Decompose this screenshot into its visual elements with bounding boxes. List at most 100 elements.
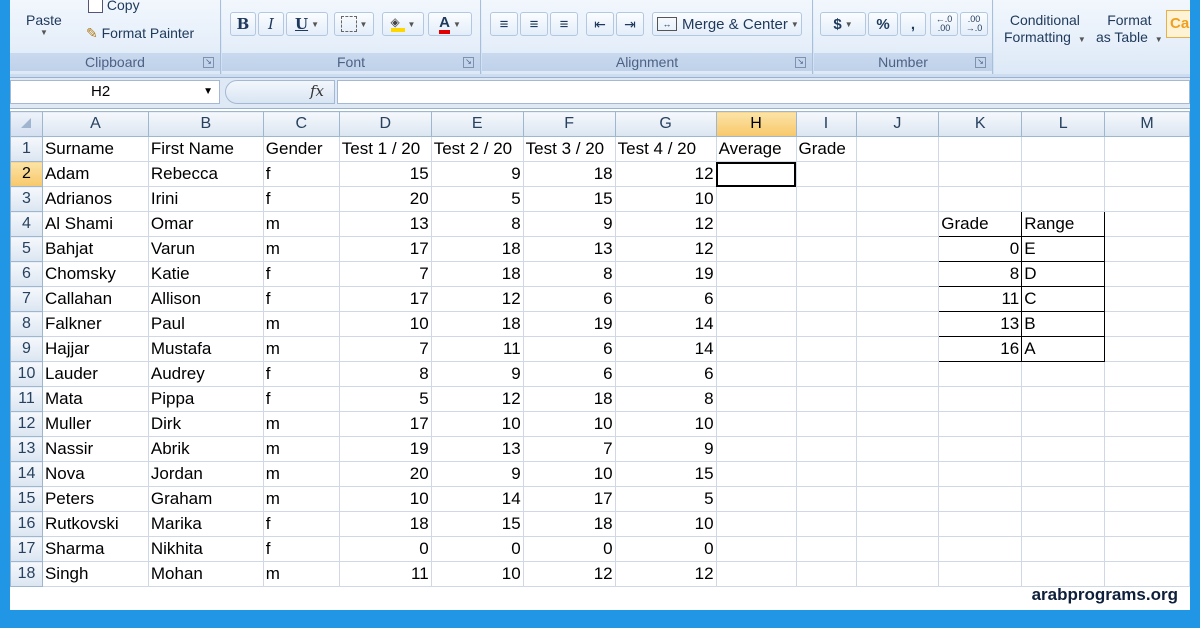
cell-J16[interactable]	[855, 511, 940, 537]
cell-K1[interactable]	[938, 136, 1023, 162]
cell-I15[interactable]	[795, 486, 857, 512]
cell-D15[interactable]: 10	[338, 486, 432, 512]
format-painter-button[interactable]: ✎ Format Painter	[86, 25, 194, 42]
row-header[interactable]: 10	[10, 361, 43, 387]
cell-L8[interactable]: B	[1021, 311, 1106, 337]
cell-D8[interactable]: 10	[338, 311, 432, 337]
cell-E6[interactable]: 18	[430, 261, 524, 287]
alignment-launcher-icon[interactable]: ↘	[795, 57, 806, 68]
cell-B5[interactable]: Varun	[147, 236, 264, 262]
cell-K10[interactable]	[938, 361, 1023, 387]
cell-M2[interactable]	[1104, 161, 1190, 187]
cell-H10[interactable]	[715, 361, 797, 387]
cell-M13[interactable]	[1104, 436, 1190, 462]
cell-C13[interactable]: m	[262, 436, 340, 462]
cell-M3[interactable]	[1104, 186, 1190, 212]
cell-J11[interactable]	[855, 386, 940, 412]
cell-B2[interactable]: Rebecca	[147, 161, 264, 187]
cell-A4[interactable]: Al Shami	[41, 211, 149, 237]
row-header[interactable]: 15	[10, 486, 43, 512]
column-header-c[interactable]: C	[262, 111, 340, 137]
cell-H4[interactable]	[715, 211, 797, 237]
cell-J15[interactable]	[855, 486, 940, 512]
cell-H3[interactable]	[715, 186, 797, 212]
cell-G8[interactable]: 14	[614, 311, 717, 337]
cell-E2[interactable]: 9	[430, 161, 524, 187]
row-header[interactable]: 5	[10, 236, 43, 262]
cell-F9[interactable]: 6	[522, 336, 616, 362]
cell-B11[interactable]: Pippa	[147, 386, 264, 412]
cell-B18[interactable]: Mohan	[147, 561, 264, 587]
cell-E4[interactable]: 8	[430, 211, 524, 237]
cell-H12[interactable]	[715, 411, 797, 437]
cell-K16[interactable]	[938, 511, 1023, 537]
cell-K17[interactable]	[938, 536, 1023, 562]
cell-C5[interactable]: m	[262, 236, 340, 262]
clipboard-launcher-icon[interactable]: ↘	[203, 57, 214, 68]
cell-B12[interactable]: Dirk	[147, 411, 264, 437]
cell-I2[interactable]	[795, 161, 857, 187]
cell-I18[interactable]	[795, 561, 857, 587]
column-header-b[interactable]: B	[147, 111, 264, 137]
cell-I8[interactable]	[795, 311, 857, 337]
cell-A6[interactable]: Chomsky	[41, 261, 149, 287]
cell-C12[interactable]: m	[262, 411, 340, 437]
row-header[interactable]: 2	[10, 161, 43, 187]
cell-D6[interactable]: 7	[338, 261, 432, 287]
cell-I13[interactable]	[795, 436, 857, 462]
cell-K8[interactable]: 13	[938, 311, 1023, 337]
cell-B1[interactable]: First Name	[147, 136, 264, 162]
cell-F16[interactable]: 18	[522, 511, 616, 537]
row-header[interactable]: 7	[10, 286, 43, 312]
cell-L2[interactable]	[1021, 161, 1106, 187]
cell-L5[interactable]: E	[1021, 236, 1106, 262]
cell-C1[interactable]: Gender	[262, 136, 340, 162]
format-as-table-button[interactable]: Format as Table ▼	[1096, 12, 1163, 48]
cell-M8[interactable]	[1104, 311, 1190, 337]
cell-M17[interactable]	[1104, 536, 1190, 562]
cell-G12[interactable]: 10	[614, 411, 717, 437]
cell-A16[interactable]: Rutkovski	[41, 511, 149, 537]
cell-K7[interactable]: 11	[938, 286, 1023, 312]
cell-C15[interactable]: m	[262, 486, 340, 512]
cell-J12[interactable]	[855, 411, 940, 437]
cell-I5[interactable]	[795, 236, 857, 262]
paste-button[interactable]: Paste ▼	[26, 12, 62, 37]
row-header[interactable]: 1	[10, 136, 43, 162]
cell-H9[interactable]	[715, 336, 797, 362]
cell-C14[interactable]: m	[262, 461, 340, 487]
cell-J18[interactable]	[855, 561, 940, 587]
cell-E3[interactable]: 5	[430, 186, 524, 212]
cell-E17[interactable]: 0	[430, 536, 524, 562]
cell-I11[interactable]	[795, 386, 857, 412]
align-left-button[interactable]: ≡	[490, 12, 518, 36]
cell-D11[interactable]: 5	[338, 386, 432, 412]
cell-L4[interactable]: Range	[1021, 211, 1106, 237]
cell-K15[interactable]	[938, 486, 1023, 512]
cell-G9[interactable]: 14	[614, 336, 717, 362]
row-header[interactable]: 3	[10, 186, 43, 212]
cell-L17[interactable]	[1021, 536, 1106, 562]
cell-F6[interactable]: 8	[522, 261, 616, 287]
cell-L11[interactable]	[1021, 386, 1106, 412]
cell-G1[interactable]: Test 4 / 20	[614, 136, 717, 162]
cell-H5[interactable]	[715, 236, 797, 262]
cell-I4[interactable]	[795, 211, 857, 237]
increase-decimal-button[interactable]: ←.0 .00	[930, 12, 958, 36]
cell-J3[interactable]	[855, 186, 940, 212]
cell-F10[interactable]: 6	[522, 361, 616, 387]
cell-B8[interactable]: Paul	[147, 311, 264, 337]
cell-K6[interactable]: 8	[938, 261, 1023, 287]
cell-M10[interactable]	[1104, 361, 1190, 387]
cell-C18[interactable]: m	[262, 561, 340, 587]
row-header[interactable]: 9	[10, 336, 43, 362]
cell-M1[interactable]	[1104, 136, 1190, 162]
cell-F17[interactable]: 0	[522, 536, 616, 562]
cell-L13[interactable]	[1021, 436, 1106, 462]
cell-F14[interactable]: 10	[522, 461, 616, 487]
cell-M5[interactable]	[1104, 236, 1190, 262]
align-center-button[interactable]: ≡	[520, 12, 548, 36]
cell-D10[interactable]: 8	[338, 361, 432, 387]
cell-G7[interactable]: 6	[614, 286, 717, 312]
column-header-e[interactable]: E	[430, 111, 524, 137]
